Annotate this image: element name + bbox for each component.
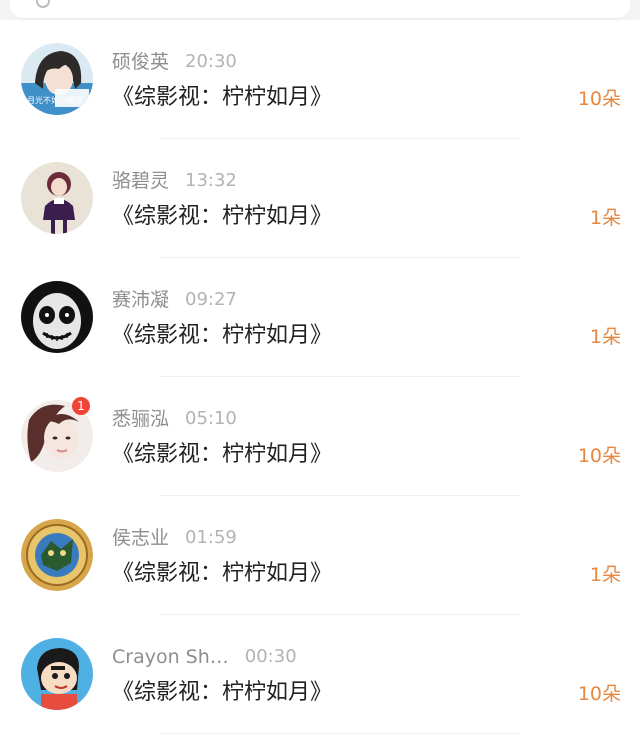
sender-line: 赛沛凝 09:27 xyxy=(112,288,237,312)
list-item[interactable]: 1 悉骊泓 05:10 《综影视：柠柠如月》 10朵 xyxy=(0,377,640,496)
flower-count: 1朵 xyxy=(589,326,621,348)
list-item[interactable]: 赛沛凝 09:27 《综影视：柠柠如月》 1朵 xyxy=(0,258,640,377)
avatar[interactable] xyxy=(21,519,93,591)
sender-name[interactable]: 侯志业 xyxy=(112,526,169,550)
avatar-girl-wallpaper-icon: 月光不如你耀眼 xyxy=(21,43,93,115)
avatar-cartoon-boy-icon xyxy=(21,638,93,710)
timestamp: 20:30 xyxy=(185,51,237,72)
flower-count: 10朵 xyxy=(577,88,621,110)
list-item[interactable]: Crayon Sh… 00:30 《综影视：柠柠如月》 10朵 xyxy=(0,615,640,734)
avatar[interactable] xyxy=(21,638,93,710)
sender-line: Crayon Sh… 00:30 xyxy=(112,645,297,669)
gift-title[interactable]: 《综影视：柠柠如月》 xyxy=(112,83,332,113)
unread-badge: 1 xyxy=(72,397,90,415)
gift-title[interactable]: 《综影视：柠柠如月》 xyxy=(112,321,332,351)
search-card[interactable] xyxy=(10,0,630,18)
gift-title[interactable]: 《综影视：柠柠如月》 xyxy=(112,559,332,589)
avatar[interactable] xyxy=(21,281,93,353)
flower-count: 1朵 xyxy=(589,207,621,229)
search-bar-remnant[interactable] xyxy=(0,0,640,20)
timestamp: 01:59 xyxy=(185,527,237,548)
list-item[interactable]: 侯志业 01:59 《综影视：柠柠如月》 1朵 xyxy=(0,496,640,615)
timestamp: 00:30 xyxy=(244,646,297,667)
flower-count: 10朵 xyxy=(577,445,621,467)
gift-record-list: 月光不如你耀眼 硕俊英 20:30 《综影视：柠柠如月》 10朵 骆碧灵 13:32… xyxy=(0,20,640,734)
avatar-skull-makeup-icon xyxy=(21,281,93,353)
timestamp: 09:27 xyxy=(185,289,237,310)
flower-count: 10朵 xyxy=(577,683,621,705)
avatar-girl-illustration-icon xyxy=(21,162,93,234)
timestamp: 05:10 xyxy=(185,408,237,429)
sender-name[interactable]: 硕俊英 xyxy=(112,50,169,74)
sender-name[interactable]: 骆碧灵 xyxy=(112,169,169,193)
gift-title[interactable]: 《综影视：柠柠如月》 xyxy=(112,678,332,708)
avatar[interactable] xyxy=(21,162,93,234)
sender-name[interactable]: 赛沛凝 xyxy=(112,288,169,312)
sender-line: 骆碧灵 13:32 xyxy=(112,169,237,193)
timestamp: 13:32 xyxy=(185,170,237,191)
gift-title[interactable]: 《综影视：柠柠如月》 xyxy=(112,440,332,470)
list-item[interactable]: 月光不如你耀眼 硕俊英 20:30 《综影视：柠柠如月》 10朵 xyxy=(0,20,640,139)
sender-line: 侯志业 01:59 xyxy=(112,526,237,550)
list-item[interactable]: 骆碧灵 13:32 《综影视：柠柠如月》 1朵 xyxy=(0,139,640,258)
avatar-caption: 月光不如你耀眼 xyxy=(27,95,83,105)
sender-line: 悉骊泓 05:10 xyxy=(112,407,237,431)
gift-title[interactable]: 《综影视：柠柠如月》 xyxy=(112,202,332,232)
avatar-coin-emblem-icon xyxy=(21,519,93,591)
divider xyxy=(160,733,520,734)
sender-name[interactable]: Crayon Sh… xyxy=(112,645,229,669)
flower-count: 1朵 xyxy=(589,564,621,586)
avatar[interactable]: 月光不如你耀眼 xyxy=(21,43,93,115)
sender-name[interactable]: 悉骊泓 xyxy=(112,407,169,431)
sender-line: 硕俊英 20:30 xyxy=(112,50,237,74)
